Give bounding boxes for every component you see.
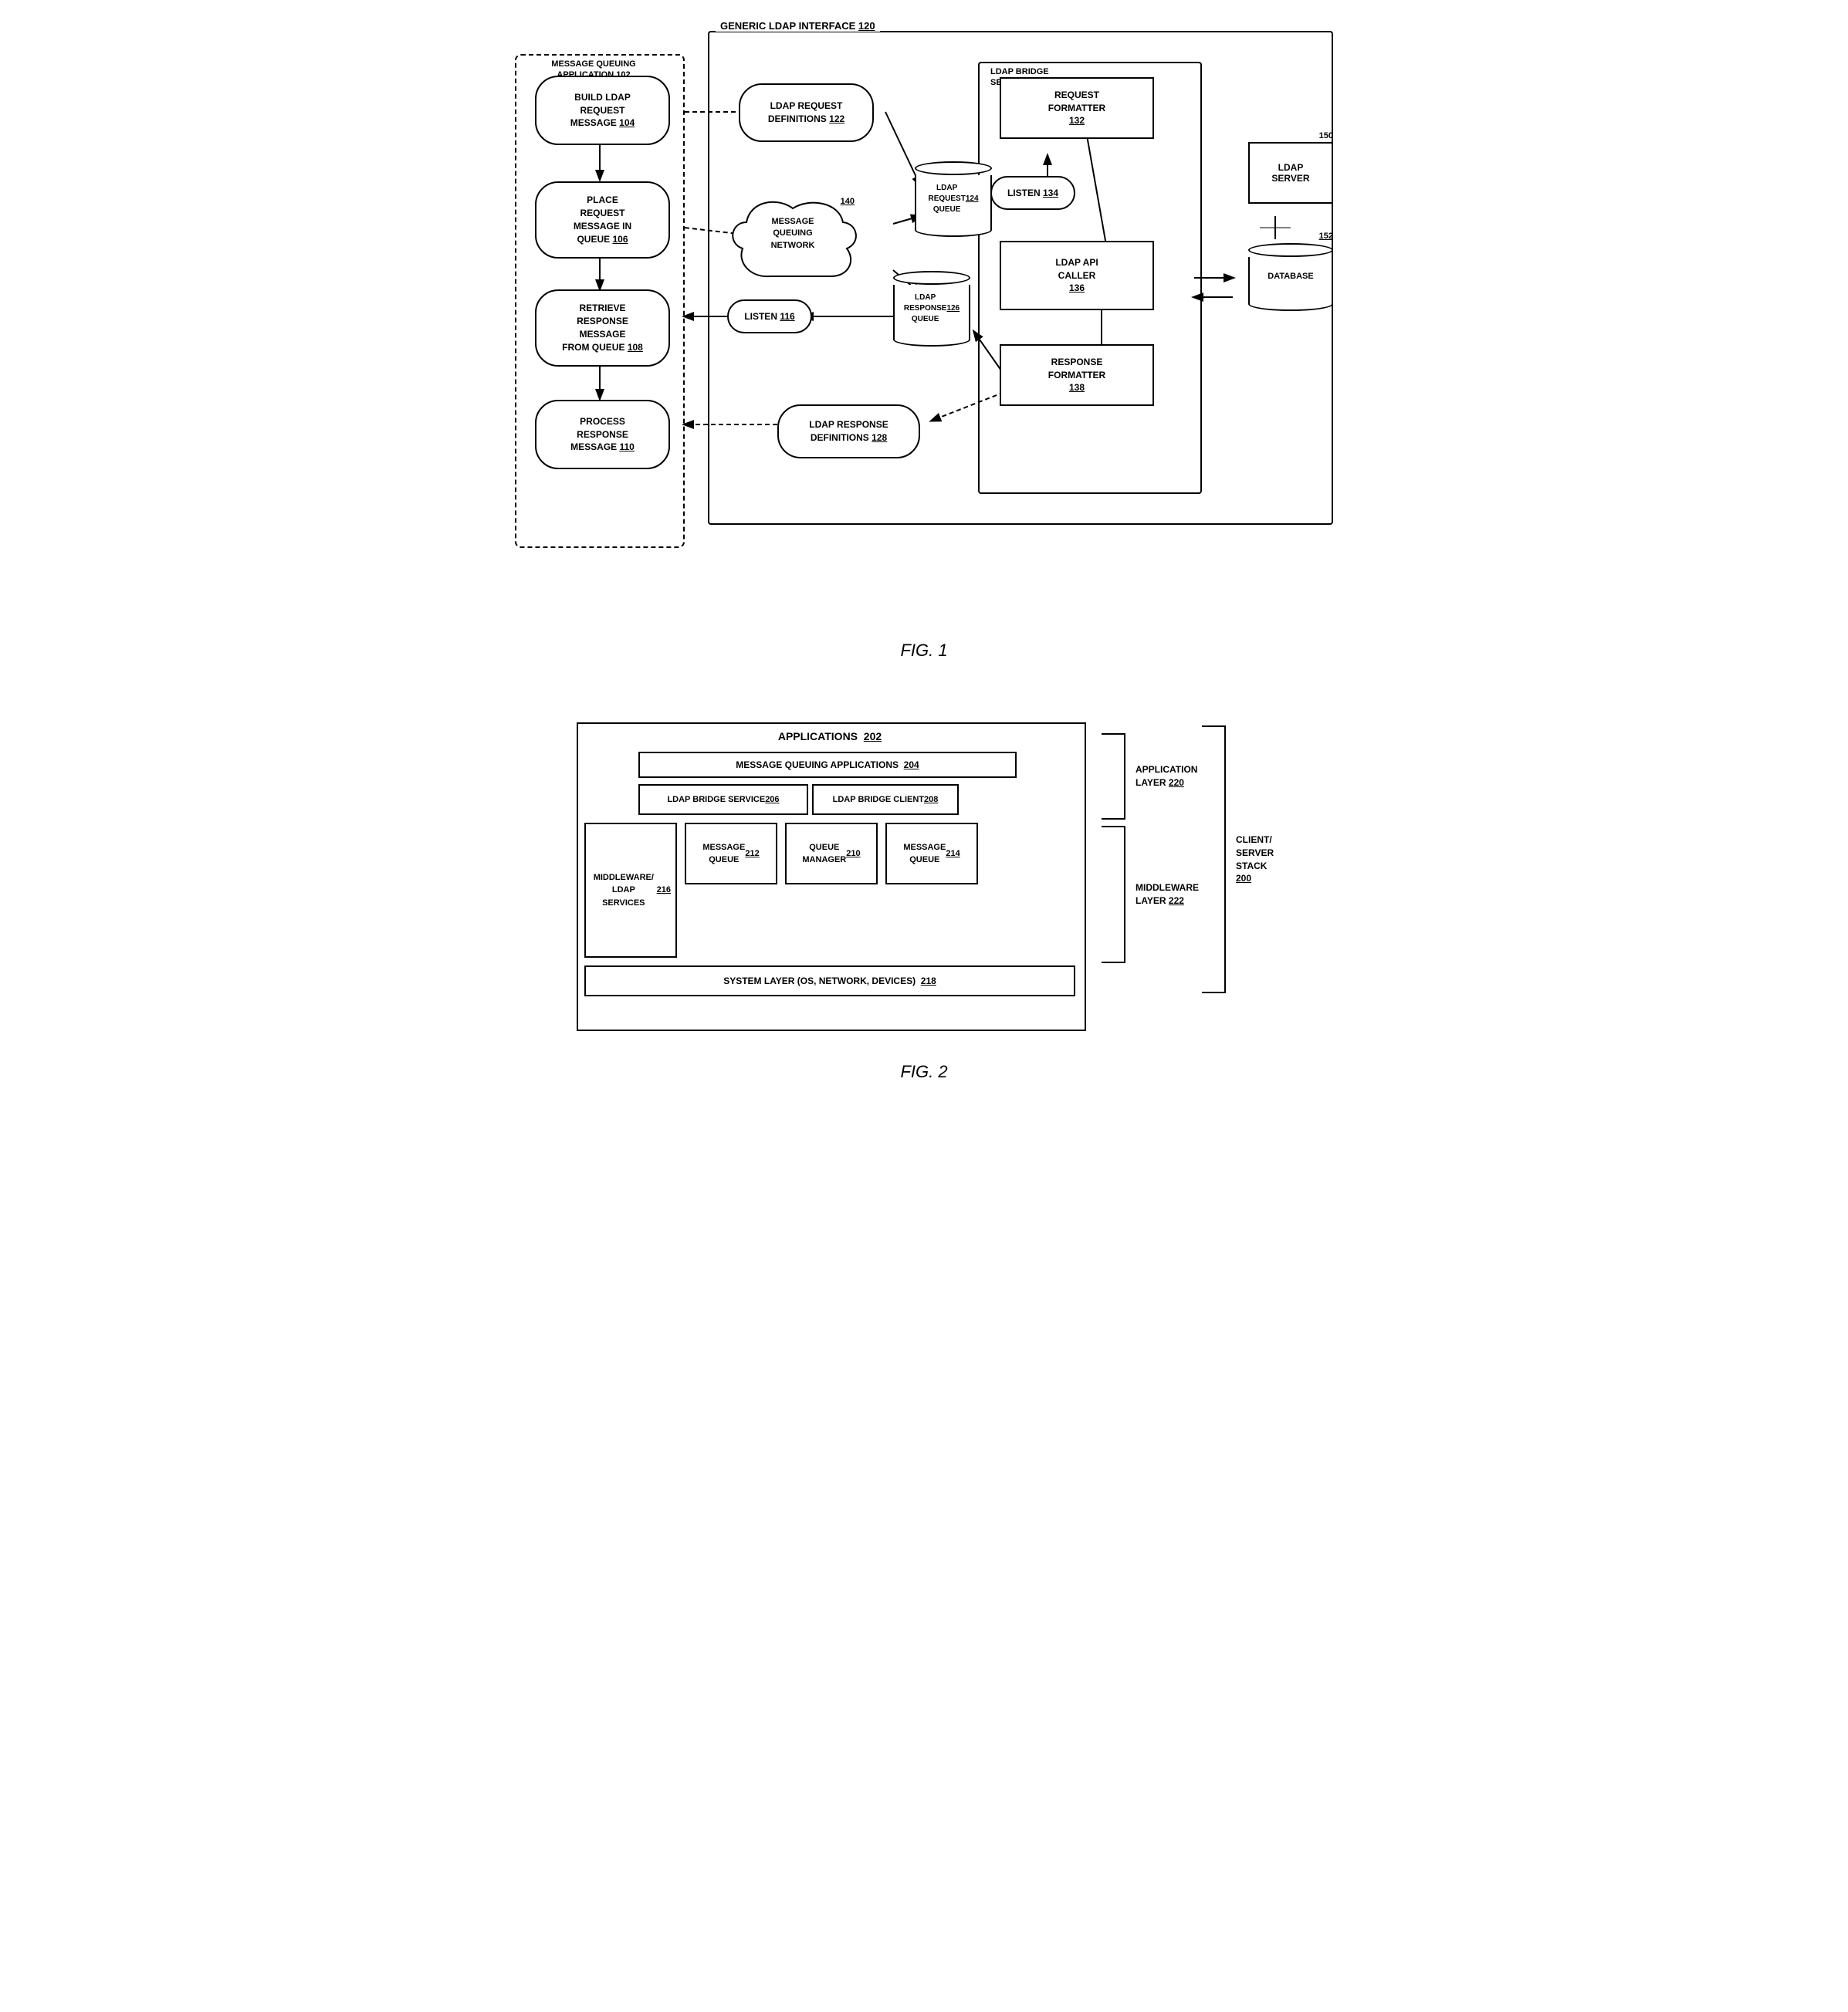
fig1-title: FIG. 1 <box>46 641 1802 661</box>
ldap-response-queue-cyl: LDAPRESPONSEQUEUE 126 <box>893 270 970 347</box>
ldap-request-defs-node: LDAP REQUESTDEFINITIONS 122 <box>739 83 874 142</box>
fig2-diagram: APPLICATIONS 202 MESSAGE QUEUING APPLICA… <box>577 722 1271 1047</box>
cloud-shape: MESSAGEQUEUINGNETWORK 140 <box>723 193 862 301</box>
client-server-bracket: CLIENT/SERVERSTACK200 <box>1194 722 1274 996</box>
ldap-api-caller-box: LDAP APICALLER136 <box>1000 241 1154 310</box>
ldap-response-defs-node: LDAP RESPONSEDEFINITIONS 128 <box>777 404 920 458</box>
page-container: MESSAGE QUEUINGAPPLICATION 102 GENERIC L… <box>46 31 1802 1082</box>
fig2-title: FIG. 2 <box>900 1062 947 1082</box>
ldap-request-queue-cyl: LDAPREQUESTQUEUE 124 <box>915 161 992 238</box>
app-layer-bracket: APPLICATIONLAYER 220 <box>1094 730 1197 823</box>
place-request-node: PLACEREQUESTMESSAGE INQUEUE 106 <box>535 181 670 259</box>
lbs-206-box: LDAP BRIDGE SERVICE 206 <box>638 784 808 815</box>
build-ldap-node: BUILD LDAPREQUESTMESSAGE 104 <box>535 76 670 145</box>
message-queue-212-box: MESSAGEQUEUE212 <box>685 823 777 884</box>
fig1-section: MESSAGE QUEUINGAPPLICATION 102 GENERIC L… <box>46 31 1802 661</box>
listen-116-node: LISTEN 116 <box>727 299 812 333</box>
gli-label: GENERIC LDAP INTERFACE 120 <box>716 20 880 32</box>
fig2-section: APPLICATIONS 202 MESSAGE QUEUING APPLICA… <box>46 722 1802 1082</box>
system-layer-box: SYSTEM LAYER (OS, NETWORK, DEVICES) 218 <box>584 965 1075 996</box>
listen-134-node: LISTEN 134 <box>990 176 1075 210</box>
middleware-ldap-box: MIDDLEWARE/LDAP SERVICES216 <box>584 823 677 958</box>
middleware-layer-bracket: MIDDLEWARELAYER 222 <box>1094 823 1199 966</box>
fig1-diagram: MESSAGE QUEUINGAPPLICATION 102 GENERIC L… <box>499 31 1349 633</box>
response-formatter-box: RESPONSEFORMATTER138 <box>1000 344 1154 406</box>
database-container: 152 DATABASE <box>1248 232 1333 312</box>
lbc-208-box: LDAP BRIDGE CLIENT208 <box>812 784 959 815</box>
queue-manager-box: QUEUEMANAGER210 <box>785 823 878 884</box>
mqa-204-box: MESSAGE QUEUING APPLICATIONS 204 <box>638 752 1017 778</box>
process-response-node: PROCESSRESPONSEMESSAGE 110 <box>535 400 670 469</box>
message-queue-214-box: MESSAGEQUEUE214 <box>885 823 978 884</box>
request-formatter-box: REQUESTFORMATTER132 <box>1000 77 1154 139</box>
ldap-server-container: 150 LDAPSERVER <box>1248 131 1333 204</box>
retrieve-response-node: RETRIEVERESPONSEMESSAGEFROM QUEUE 108 <box>535 289 670 367</box>
applications-label: APPLICATIONS 202 <box>584 730 1075 742</box>
